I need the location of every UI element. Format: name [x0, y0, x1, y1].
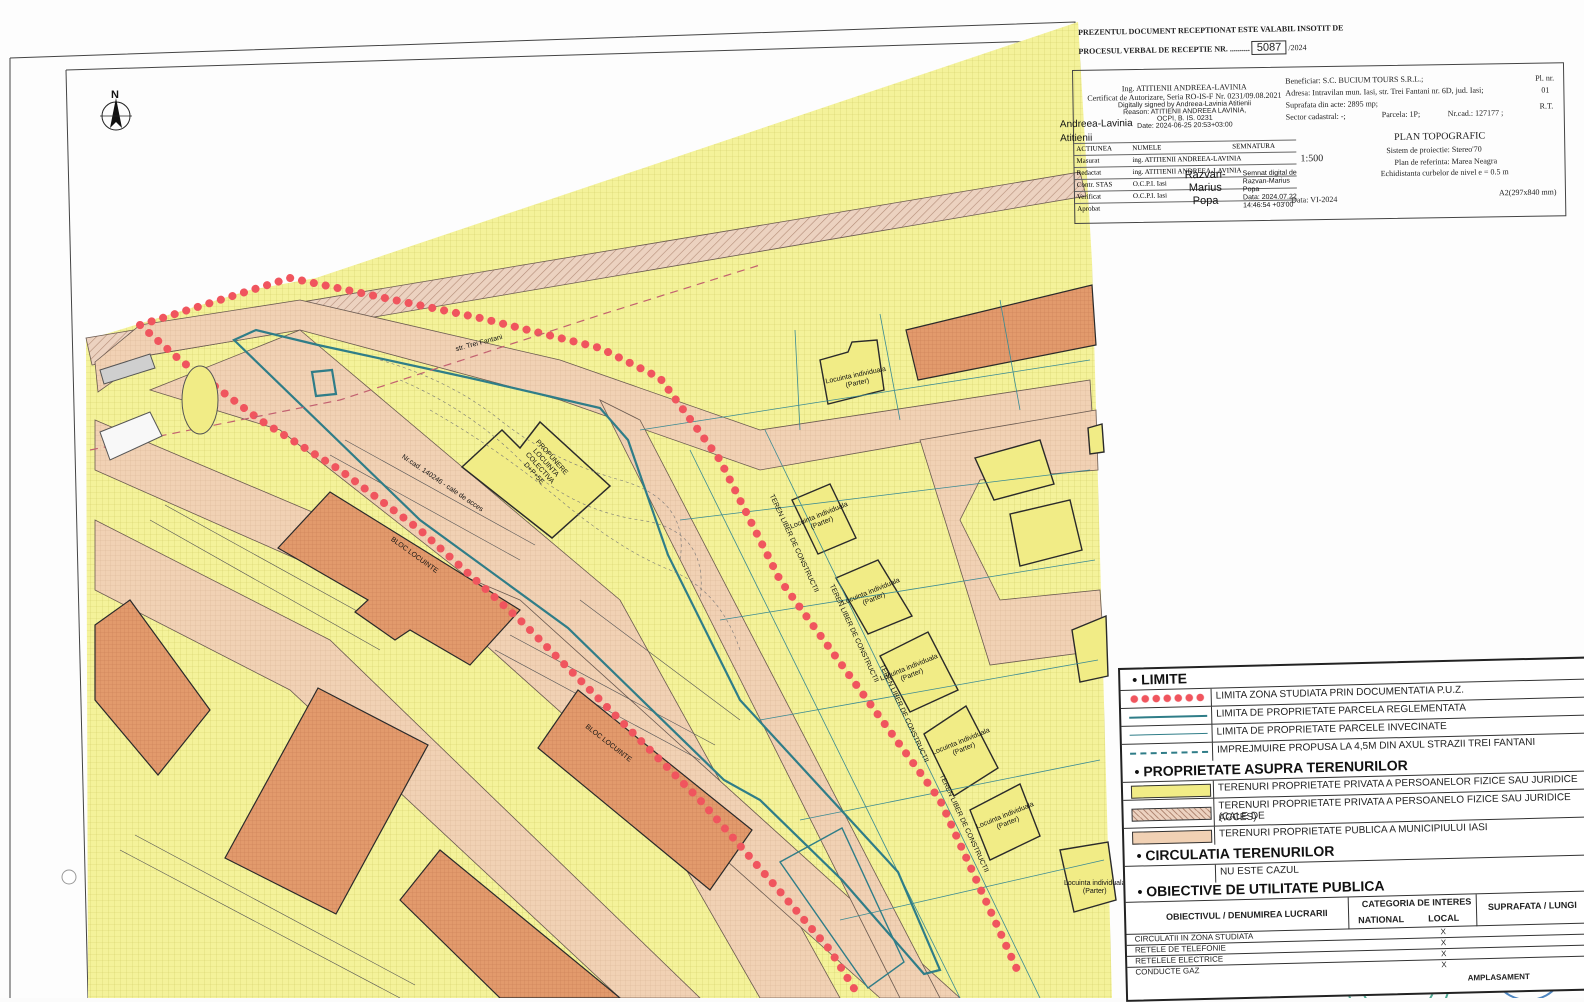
legend-limite-0: LIMITA ZONA STUDIATA PRIN DOCUMENTATIA P… — [1215, 684, 1465, 702]
legend-separator — [1211, 724, 1213, 743]
reception-year: /2024 — [1288, 43, 1307, 53]
legend-panel: • LIMITE LIMITA ZONA STUDIATA PRIN DOCUM… — [1118, 656, 1584, 1002]
house-l2: (Parter) — [1082, 888, 1107, 895]
title-block: Ing. ATITIENII ANDREEA-LAVINIA Certifica… — [1060, 62, 1567, 224]
sig2-l5: 14:46:54 +03'00' — [1243, 201, 1295, 210]
sig2-n3: Popa — [1192, 194, 1219, 208]
header-obiectiv: OBIECTIVUL / DENUMIREA LUCRARII — [1165, 907, 1328, 922]
legend-circulatia-text: CIRCULATIA TERENURILOR — [1145, 842, 1335, 864]
sig2-l2: Razvan-Marius — [1242, 177, 1290, 186]
legend-separator — [1213, 826, 1216, 845]
legend-limite-3: IMPREJMUIRE PROPUSA LA 4,5m DIN AXUL STR… — [1216, 736, 1536, 756]
punch-hole — [61, 869, 77, 885]
role-action: Masurat — [1076, 156, 1100, 165]
contour-interval: Echidistanta curbelor de nivel e = 0.5 m — [1380, 167, 1509, 179]
reception-line2: PROCESUL VERBAL DE RECEPTIE NR. ........… — [1078, 44, 1250, 56]
yellow-fill-symbol — [1130, 783, 1212, 799]
reception-note: PREZENTUL DOCUMENT RECEPTIONAT ESTE VALA… — [1078, 23, 1344, 57]
stamp-caption: AMPLASAMENT — [1467, 972, 1530, 983]
objective-name: CONDUCTE GAZ — [1135, 966, 1200, 977]
header-divider — [1475, 894, 1478, 927]
thin-blue-line-symbol — [1129, 728, 1208, 741]
parcela: Parcela: 1P; — [1381, 109, 1421, 120]
legend-circulatia-value: NU ESTE CAZUL — [1219, 864, 1300, 878]
legend-separator — [1212, 780, 1215, 799]
salmon-fill-symbol — [1132, 829, 1213, 845]
plan-title: PLAN TOPOGRAFIC — [1394, 130, 1486, 143]
house-l1: Locuinta individuala — [1064, 880, 1126, 887]
legend-limite-2: LIMITA DE PROPRIETATE PARCELE INVECINATE — [1216, 720, 1447, 738]
role-name: O.C.P.I. Iasi — [1132, 191, 1168, 201]
red-dotted-symbol — [1128, 691, 1207, 705]
reference-plane: Plan de referinta: Marea Neagra — [1394, 156, 1498, 167]
projection-system: Sistem de proiectie: Stereo'70 — [1386, 144, 1482, 156]
plan-nr-label: Pl. nr. — [1535, 73, 1555, 83]
plan-nr: 01 — [1541, 85, 1550, 95]
role-name: ing. ATITIENII ANDREEA-LAVINIA — [1132, 154, 1242, 165]
role-name: NUMELE — [1132, 143, 1162, 153]
plan-date: Data: VI-2024 — [1290, 194, 1338, 205]
role-action: Verificat — [1076, 192, 1102, 201]
legend-proprietate-2: ACCES) — [1218, 811, 1257, 824]
objective-local: X — [1440, 927, 1446, 937]
objective-local: X — [1440, 938, 1447, 948]
legend-separator — [1214, 864, 1217, 883]
north-label: N — [111, 89, 119, 101]
objective-local: X — [1440, 949, 1447, 959]
header-local: LOCAL — [1428, 912, 1460, 924]
legend-separator — [1213, 798, 1215, 827]
blue-line-symbol — [1129, 710, 1208, 723]
legend-limite-text: LIMITE — [1140, 670, 1188, 688]
role-action: Aprobat — [1077, 204, 1101, 213]
dashed-line-symbol — [1130, 746, 1209, 759]
header-national: NATIONAL — [1358, 914, 1405, 926]
sheet-format: A2(297x840 mm) — [1498, 187, 1557, 198]
nr-cadastral: Nr.cad.: 127177 ; — [1447, 108, 1504, 119]
sig2-n2: Marius — [1188, 181, 1222, 195]
signature2-details: Semnat digital de Razvan-Marius Popa Dat… — [1243, 169, 1298, 210]
sig2-n1: Razvan- — [1184, 168, 1226, 182]
house-label: Locuinta individuala (Parter) — [1064, 880, 1126, 896]
role-sig: SEMNATURA — [1232, 141, 1276, 151]
objective-local: X — [1441, 960, 1447, 970]
role-action: ACTIUNEA — [1076, 144, 1113, 153]
header-suprafata: SUPRAFATA / LUNGI — [1487, 899, 1577, 913]
legend-circulatia-title: • CIRCULATIA TERENURILOR — [1136, 842, 1335, 864]
role-name: O.C.P.I. Iasi — [1132, 179, 1167, 189]
scale-label: 1:500 — [1300, 153, 1324, 165]
signature-name-1: Andreea-Lavinia — [1059, 118, 1133, 131]
legend-proprietate-3: TERENURI PROPRIETATE PUBLICA A MUNICIPIU… — [1218, 822, 1488, 840]
legend-separator — [1210, 706, 1213, 725]
header-divider — [1347, 897, 1350, 930]
legend-separator — [1211, 742, 1214, 761]
role-action: Contr. STAS — [1076, 180, 1113, 189]
signature2-name: Razvan- Marius Popa — [1185, 169, 1227, 209]
legend-limite-title: • LIMITE — [1132, 670, 1188, 688]
header-categoria: CATEGORIA DE INTERES — [1361, 896, 1472, 910]
legend-limite-1: LIMITA DE PROPRIETATE PARCELA REGLEMENTA… — [1216, 702, 1467, 720]
legend-separator — [1210, 688, 1212, 707]
role-action: Redactat — [1076, 168, 1102, 177]
hatched-fill-symbol — [1131, 806, 1212, 822]
rt-label: R.T. — [1539, 101, 1554, 111]
reception-number: 5087 — [1251, 40, 1287, 55]
